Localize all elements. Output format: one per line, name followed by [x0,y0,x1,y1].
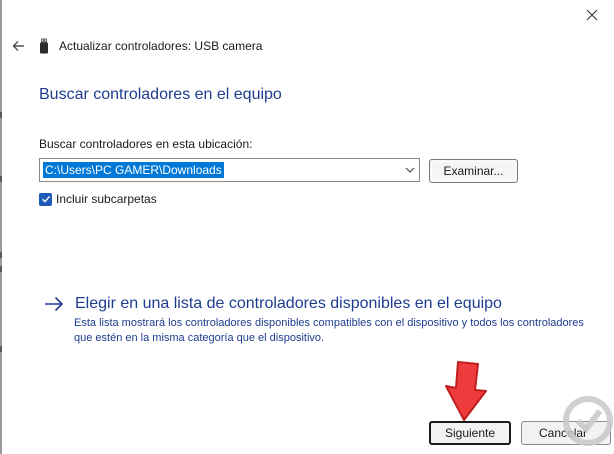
location-combobox[interactable]: C:\Users\PC GAMER\Downloads [39,158,420,182]
location-label: Buscar controladores en esta ubicación: [39,137,253,151]
red-down-arrow [445,361,487,421]
checkmark-icon [41,195,50,203]
site-logo [563,396,613,446]
dialog-title: Actualizar controladores: USB camera [59,39,263,53]
update-drivers-dialog: Actualizar controladores: USB camera Bus… [2,0,614,454]
choose-from-list-description: Esta lista mostrará los controladores di… [74,317,584,344]
close-button[interactable] [570,0,614,30]
browse-button[interactable]: Examinar... [429,159,518,183]
dialog-title-bar: Actualizar controladores: USB camera [2,30,502,62]
include-subfolders-option[interactable]: Incluir subcarpetas [39,191,157,207]
back-arrow-icon [12,41,24,51]
browse-button-label: Examinar... [443,164,504,178]
right-arrow-icon [45,296,64,312]
location-input-value: C:\Users\PC GAMER\Downloads [43,162,224,178]
include-subfolders-checkbox[interactable] [39,192,52,206]
close-icon [586,9,598,21]
include-subfolders-label: Incluir subcarpetas [56,192,157,206]
choose-from-list-title[interactable]: Elegir en una lista de controladores dis… [75,295,502,313]
next-button[interactable]: Siguiente [429,421,511,445]
choose-from-list-link[interactable]: Elegir en una lista de controladores dis… [44,293,502,315]
page-heading: Buscar controladores en el equipo [39,86,282,103]
next-button-label: Siguiente [444,426,496,440]
usb-device-icon [40,38,48,54]
chevron-down-icon[interactable] [405,166,415,174]
back-button[interactable] [8,36,28,56]
